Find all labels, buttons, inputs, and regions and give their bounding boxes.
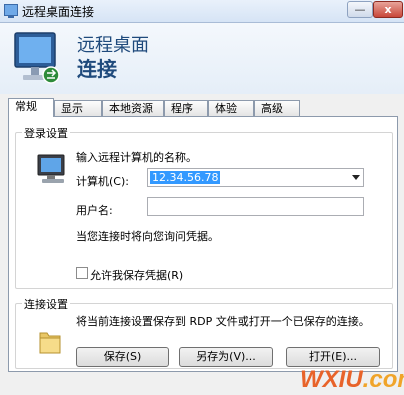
window-title: 远程桌面连接 bbox=[22, 5, 95, 19]
folder-icon bbox=[39, 332, 61, 354]
tab-content-general: 登录设置 输入远程计算机的名称。 计算机(C): 12.34.56.78 用户名… bbox=[8, 116, 398, 372]
close-button[interactable]: x bbox=[373, 1, 403, 18]
open-button[interactable]: 打开(E)... bbox=[286, 347, 380, 367]
username-input[interactable] bbox=[147, 197, 364, 216]
computer-name-prompt: 输入远程计算机的名称。 bbox=[76, 151, 197, 164]
tab-programs[interactable]: 程序 bbox=[164, 100, 208, 116]
minimize-button[interactable]: — bbox=[347, 1, 373, 18]
tab-local-resources[interactable]: 本地资源 bbox=[102, 100, 164, 116]
save-credentials-label[interactable]: 允许我保存凭据(R) bbox=[90, 267, 183, 283]
watermark-logo: WXIU.com bbox=[300, 366, 404, 393]
login-settings-group: 登录设置 输入远程计算机的名称。 计算机(C): 12.34.56.78 用户名… bbox=[15, 125, 393, 289]
computer-value: 12.34.56.78 bbox=[150, 171, 221, 184]
chevron-down-icon[interactable] bbox=[352, 175, 360, 180]
computer-label: 计算机(C): bbox=[76, 175, 129, 188]
login-settings-title: 登录设置 bbox=[22, 125, 70, 141]
computer-icon bbox=[37, 154, 65, 183]
save-credentials-checkbox[interactable] bbox=[76, 267, 88, 279]
connection-settings-group: 连接设置 将当前连接设置保存到 RDP 文件或打开一个已保存的连接。 保存(S)… bbox=[15, 296, 393, 369]
tab-experience[interactable]: 体验 bbox=[208, 100, 254, 116]
connection-description: 将当前连接设置保存到 RDP 文件或打开一个已保存的连接。 bbox=[76, 315, 370, 328]
title-bar[interactable]: 远程桌面连接 — x bbox=[0, 0, 404, 23]
save-button[interactable]: 保存(S) bbox=[76, 347, 169, 367]
header-banner: 远程桌面 连接 bbox=[0, 23, 404, 94]
username-label: 用户名: bbox=[76, 204, 113, 217]
connection-settings-title: 连接设置 bbox=[22, 296, 70, 312]
tab-display[interactable]: 显示 bbox=[54, 100, 102, 116]
save-as-button[interactable]: 另存为(V)... bbox=[179, 347, 273, 367]
header-title-line2: 连接 bbox=[77, 57, 117, 81]
tab-advanced[interactable]: 高级 bbox=[254, 100, 300, 116]
remote-desktop-icon bbox=[4, 4, 18, 18]
monitor-icon bbox=[14, 32, 60, 84]
credentials-note: 当您连接时将向您询问凭据。 bbox=[76, 230, 219, 243]
computer-combobox[interactable]: 12.34.56.78 bbox=[147, 168, 364, 187]
tab-general[interactable]: 常规 bbox=[8, 98, 54, 117]
